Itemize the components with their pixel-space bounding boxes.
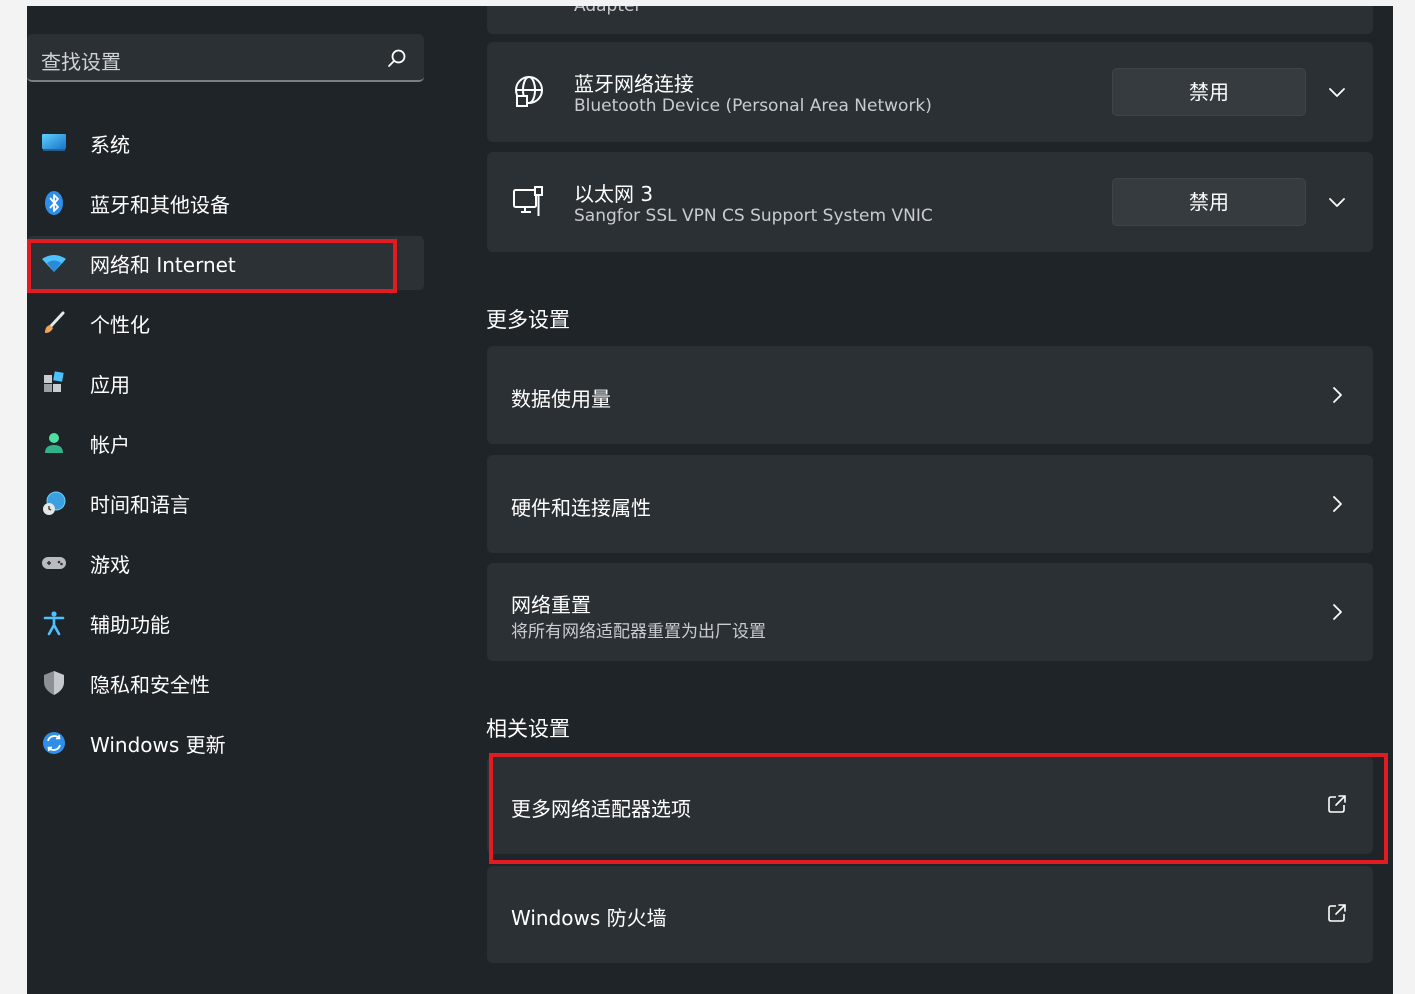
chevron-down-icon[interactable] — [1327, 192, 1347, 212]
adapter-card-bluetooth[interactable]: 蓝牙网络连接 Bluetooth Device (Personal Area N… — [487, 42, 1373, 142]
chevron-right-icon — [1333, 496, 1342, 512]
gamepad-icon — [42, 557, 66, 569]
wifi-icon — [42, 255, 66, 272]
sidebar-item-label: 游戏 — [90, 553, 130, 577]
settings-row-hardware-properties[interactable]: 硬件和连接属性 — [487, 455, 1373, 553]
section-title-related-settings: 相关设置 — [486, 717, 570, 741]
sidebar-item-system[interactable]: 系统 — [27, 116, 424, 170]
sidebar-item-label: 网络和 Internet — [90, 253, 236, 277]
settings-row-title: 硬件和连接属性 — [511, 496, 651, 520]
chevron-right-icon — [1333, 604, 1342, 620]
search-icon[interactable] — [386, 47, 408, 69]
globe-network-icon — [515, 76, 543, 107]
sidebar-item-gaming[interactable]: 游戏 — [27, 536, 424, 590]
external-link-icon — [1328, 795, 1346, 813]
sidebar-item-network[interactable]: 网络和 Internet — [27, 236, 424, 290]
sidebar-item-time-language[interactable]: 时间和语言 — [27, 476, 424, 530]
apps-icon — [44, 371, 64, 392]
sidebar-item-windows-update[interactable]: Windows 更新 — [27, 716, 424, 770]
chevron-down-icon[interactable] — [1327, 82, 1347, 102]
sidebar-item-label: Windows 更新 — [90, 733, 226, 757]
settings-row-title: 数据使用量 — [511, 387, 611, 411]
settings-row-title: Windows 防火墙 — [511, 906, 667, 930]
ethernet-icon — [513, 186, 543, 216]
adapter-name: 蓝牙网络连接 — [574, 72, 694, 96]
brush-icon — [45, 311, 65, 333]
accessibility-icon — [43, 611, 65, 636]
sidebar-item-apps[interactable]: 应用 — [27, 356, 424, 410]
adapter-name: 以太网 3 — [574, 182, 654, 206]
shield-icon — [44, 671, 64, 695]
monitor-icon — [42, 134, 66, 151]
search-box[interactable]: 查找设置 — [27, 34, 424, 82]
sidebar-item-label: 时间和语言 — [90, 493, 190, 517]
account-icon — [45, 433, 63, 453]
sidebar-item-privacy[interactable]: 隐私和安全性 — [27, 656, 424, 710]
update-icon — [43, 732, 65, 754]
adapter-description: Sangfor SSL VPN CS Support System VNIC — [574, 206, 933, 226]
sidebar-item-bluetooth[interactable]: 蓝牙和其他设备 — [27, 176, 424, 230]
sidebar-item-personalization[interactable]: 个性化 — [27, 296, 424, 350]
settings-row-title: 更多网络适配器选项 — [511, 797, 691, 821]
sidebar-item-label: 系统 — [90, 133, 130, 157]
adapter-desc-partial: Adapter — [574, 6, 642, 16]
sidebar-item-label: 应用 — [90, 373, 130, 397]
sidebar-item-label: 帐户 — [90, 433, 130, 457]
sidebar-item-label: 蓝牙和其他设备 — [90, 193, 230, 217]
settings-window: 查找设置 系统 蓝牙和其他设备 网络和 Internet 个性化 应用 帐户 时… — [27, 6, 1393, 994]
chevron-right-icon — [1333, 387, 1342, 403]
sidebar-item-accessibility[interactable]: 辅助功能 — [27, 596, 424, 650]
sidebar-item-label: 个性化 — [90, 313, 150, 337]
globe-clock-icon — [43, 491, 66, 515]
settings-row-title: 网络重置 — [511, 593, 591, 617]
sidebar-item-label: 隐私和安全性 — [90, 673, 210, 697]
disable-button[interactable]: 禁用 — [1112, 178, 1306, 226]
disable-button[interactable]: 禁用 — [1112, 68, 1306, 116]
section-title-more-settings: 更多设置 — [486, 308, 570, 332]
settings-row-more-adapter-options[interactable]: 更多网络适配器选项 — [487, 756, 1373, 854]
adapter-description: Bluetooth Device (Personal Area Network) — [574, 96, 932, 116]
external-link-icon — [1328, 904, 1346, 922]
adapter-card-partial[interactable]: Adapter — [487, 6, 1373, 34]
bluetooth-icon — [45, 191, 63, 215]
settings-row-data-usage[interactable]: 数据使用量 — [487, 346, 1373, 444]
search-input[interactable]: 查找设置 — [41, 46, 121, 75]
sidebar-item-accounts[interactable]: 帐户 — [27, 416, 424, 470]
settings-row-windows-firewall[interactable]: Windows 防火墙 — [487, 866, 1373, 963]
settings-row-network-reset[interactable]: 网络重置 将所有网络适配器重置为出厂设置 — [487, 563, 1373, 661]
settings-row-subtitle: 将所有网络适配器重置为出厂设置 — [511, 622, 766, 642]
adapter-card-ethernet[interactable]: 以太网 3 Sangfor SSL VPN CS Support System … — [487, 152, 1373, 252]
sidebar-item-label: 辅助功能 — [90, 613, 170, 637]
